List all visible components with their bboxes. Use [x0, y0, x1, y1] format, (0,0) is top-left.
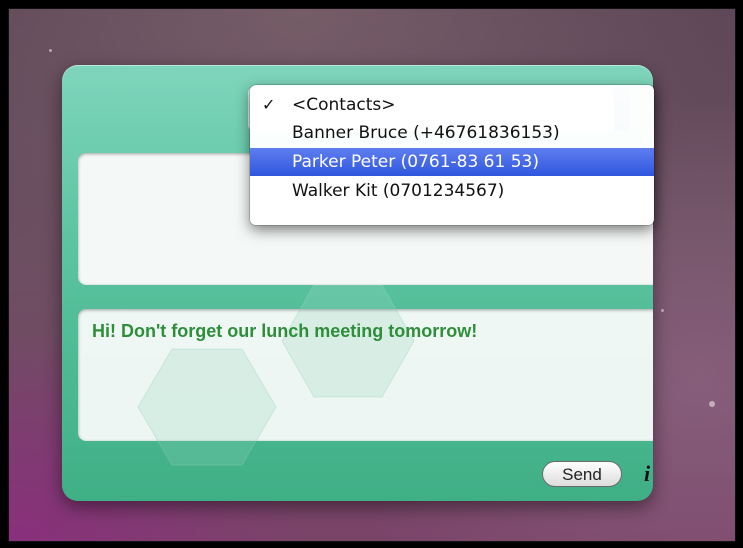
- menu-item-label: <Contacts>: [292, 95, 396, 115]
- menu-item-walker-kit[interactable]: Walker Kit (0701234567): [250, 177, 654, 205]
- send-button[interactable]: Send: [542, 461, 622, 487]
- desktop-sparkle: [49, 49, 52, 52]
- checkmark-icon: ✓: [262, 95, 276, 114]
- menu-item-label: Banner Bruce (+46761836153): [292, 123, 560, 143]
- contacts-dropdown-menu: ✓ <Contacts> Banner Bruce (+46761836153)…: [250, 85, 654, 225]
- menu-item-label: Parker Peter (0761-83 61 53): [292, 152, 539, 172]
- menu-item-label: Walker Kit (0701234567): [292, 181, 505, 201]
- desktop-sparkle: [661, 309, 664, 312]
- message-text: Hi! Don't forget our lunch meeting tomor…: [92, 321, 478, 341]
- desktop-background: Hi! Don't forget our lunch meeting tomor…: [8, 8, 736, 542]
- menu-item-parker-peter[interactable]: Parker Peter (0761-83 61 53): [250, 148, 654, 176]
- desktop-sparkle: [709, 401, 715, 407]
- message-textarea[interactable]: Hi! Don't forget our lunch meeting tomor…: [78, 309, 653, 441]
- info-icon[interactable]: i: [636, 461, 653, 487]
- menu-item-banner-bruce[interactable]: Banner Bruce (+46761836153): [250, 119, 654, 147]
- menu-item-contacts[interactable]: ✓ <Contacts>: [250, 91, 654, 119]
